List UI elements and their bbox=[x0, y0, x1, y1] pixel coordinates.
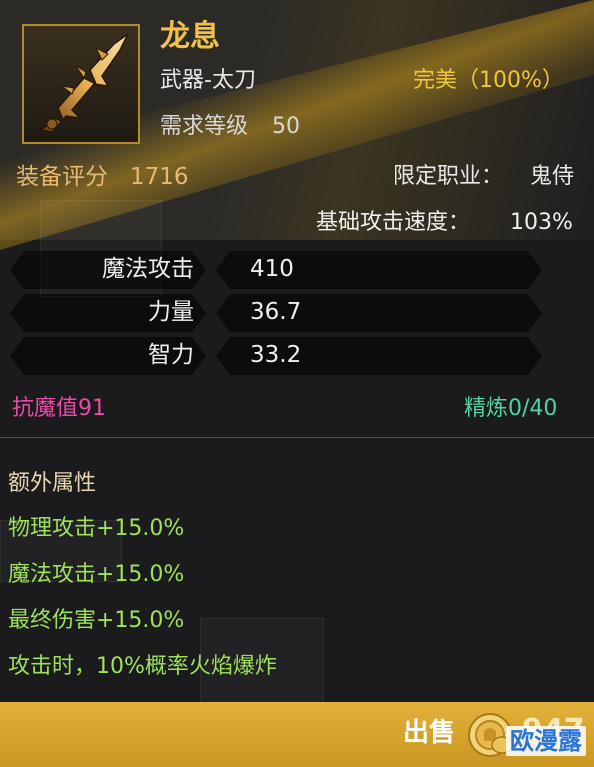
stat-label: 力量 bbox=[148, 299, 194, 325]
class-restriction-label: 限定职业： bbox=[393, 164, 504, 189]
extra-attribute: 攻击时，10%概率火焰爆炸 bbox=[8, 654, 277, 679]
score-value: 1716 bbox=[130, 164, 189, 190]
extra-attribute: 物理攻击+15.0% bbox=[8, 516, 185, 541]
item-type: 武器-太刀 bbox=[160, 68, 256, 93]
attack-speed-value: 103% bbox=[510, 210, 573, 235]
stat-row: 力量 36.7 bbox=[10, 294, 542, 332]
stat-label: 智力 bbox=[148, 342, 194, 368]
item-icon-frame[interactable] bbox=[22, 24, 140, 144]
extra-attribute: 最终伤害+15.0% bbox=[8, 608, 185, 633]
stat-label: 魔法攻击 bbox=[102, 256, 194, 282]
item-name: 龙息 bbox=[160, 19, 220, 54]
refine-progress: 精炼0/40 bbox=[464, 396, 558, 421]
requirement-label: 需求等级 bbox=[160, 114, 249, 139]
score-label: 装备评分 bbox=[16, 164, 108, 190]
divider bbox=[0, 437, 594, 438]
stat-row: 智力 33.2 bbox=[10, 337, 542, 375]
extra-attributes-title: 额外属性 bbox=[8, 471, 97, 496]
magic-resist: 抗魔值91 bbox=[12, 396, 106, 421]
attack-speed-label: 基础攻击速度： bbox=[316, 210, 471, 235]
sell-button[interactable]: 出售 bbox=[403, 720, 455, 746]
item-quality: 完美（100%） bbox=[413, 68, 564, 93]
stat-value: 410 bbox=[250, 256, 294, 282]
stat-value: 36.7 bbox=[250, 299, 302, 325]
requirement-value: 50 bbox=[272, 114, 300, 139]
extra-attribute: 魔法攻击+15.0% bbox=[8, 562, 185, 587]
watermark: 欧漫露 bbox=[506, 726, 586, 757]
dragon-blade-icon bbox=[40, 33, 129, 133]
class-restriction-value: 鬼侍 bbox=[530, 164, 575, 189]
stat-value: 33.2 bbox=[250, 342, 302, 368]
stat-row: 魔法攻击 410 bbox=[10, 251, 542, 289]
